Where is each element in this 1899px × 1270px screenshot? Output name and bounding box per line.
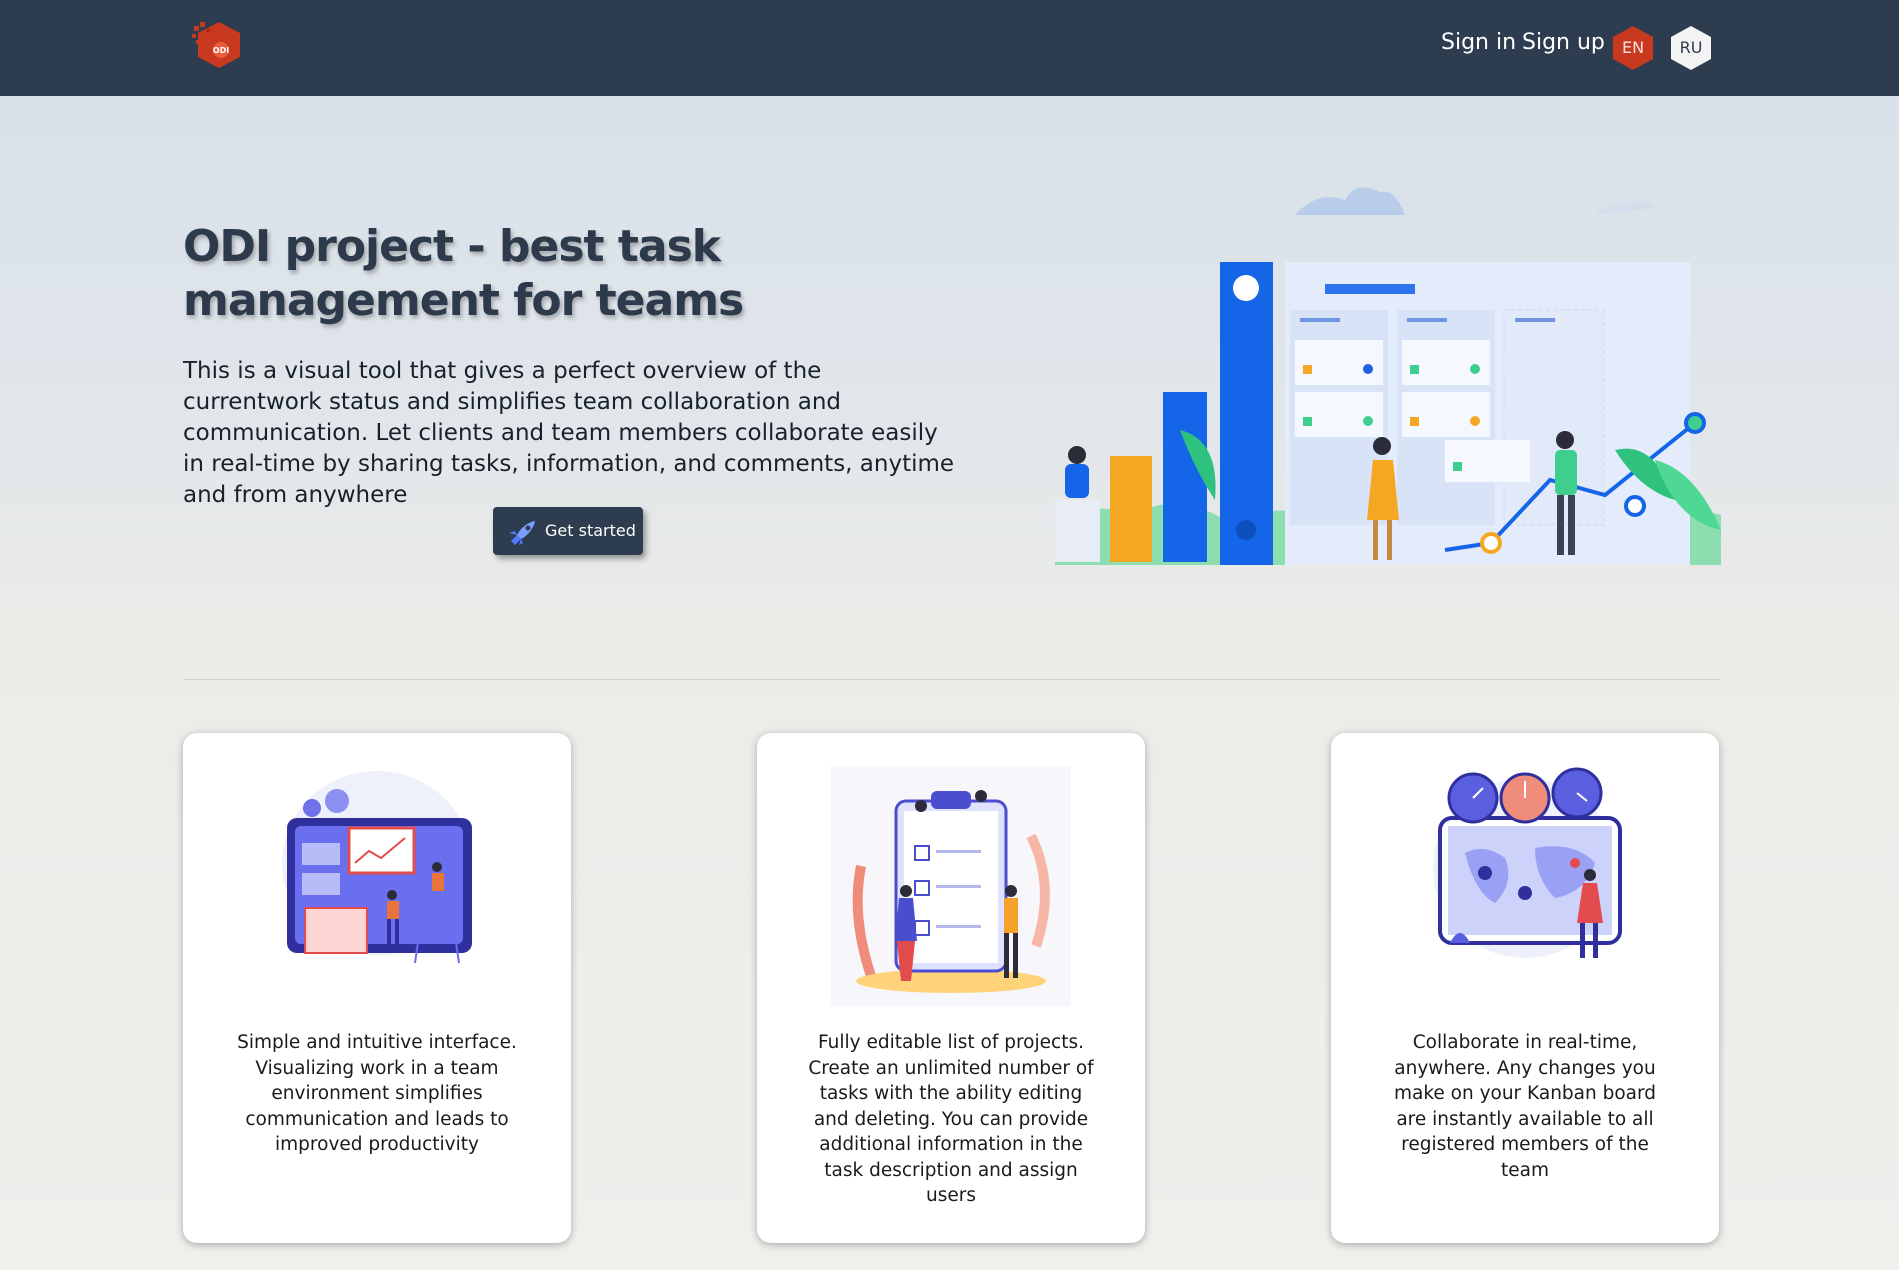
- feature-text-interface: Simple and intuitive interface. Visualiz…: [237, 1032, 517, 1155]
- hero-description: This is a visual tool that gives a perfe…: [183, 358, 955, 508]
- world-clocks-illustration: [1425, 763, 1625, 973]
- section-divider: [183, 679, 1720, 680]
- svg-text:ODI: ODI: [213, 46, 229, 55]
- get-started-label: Get started: [545, 521, 636, 540]
- hero-title: ODI project - best task management for t…: [183, 221, 744, 326]
- top-navbar: ODI Sign in Sign up EN RU: [0, 0, 1899, 96]
- feature-card-interface: Simple and intuitive interface. Visualiz…: [183, 733, 571, 1243]
- kanban-board-illustration: [1055, 170, 1721, 565]
- feature-text-projects: Fully editable list of projects. Create …: [808, 1032, 1094, 1206]
- feature-card-collaboration: Collaborate in real-time, anywhere. Any …: [1331, 733, 1719, 1243]
- rocket-icon: [509, 521, 535, 545]
- checklist-illustration: [831, 766, 1071, 1006]
- language-en-label: EN: [1621, 38, 1645, 57]
- sign-up-link[interactable]: Sign up: [1522, 30, 1605, 55]
- language-en-button[interactable]: EN: [1610, 25, 1656, 71]
- language-ru-button[interactable]: RU: [1668, 25, 1714, 71]
- odi-logo[interactable]: ODI: [192, 20, 246, 70]
- sign-in-link[interactable]: Sign in: [1441, 30, 1516, 55]
- feature-text-collaboration: Collaborate in real-time, anywhere. Any …: [1393, 1032, 1657, 1181]
- feature-card-projects: Fully editable list of projects. Create …: [757, 733, 1145, 1243]
- interface-illustration: [277, 763, 477, 973]
- get-started-button[interactable]: Get started: [493, 507, 643, 555]
- language-ru-label: RU: [1679, 38, 1703, 57]
